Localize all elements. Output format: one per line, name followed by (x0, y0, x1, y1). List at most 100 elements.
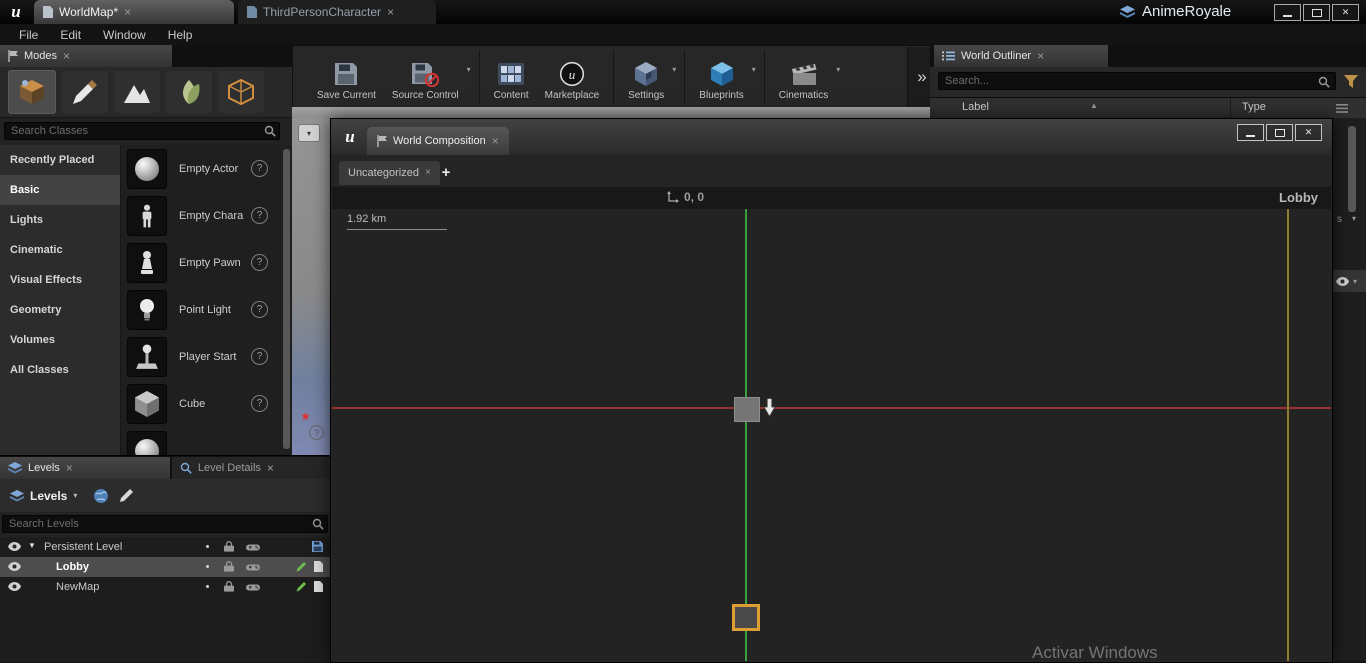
menu-window[interactable]: Window (92, 28, 157, 42)
item-empty-character[interactable]: Empty Chara ? (121, 192, 292, 239)
menu-edit[interactable]: Edit (49, 28, 92, 42)
doc-tab-worldmap[interactable]: WorldMap* × (34, 0, 234, 24)
menu-file[interactable]: File (8, 28, 49, 42)
item-empty-actor[interactable]: Empty Actor ? (121, 145, 292, 192)
minimize-button[interactable] (1237, 124, 1264, 141)
tab-levels[interactable]: Levels × (0, 457, 170, 479)
column-label[interactable]: Label (962, 101, 989, 113)
chevron-down-icon[interactable]: ▾ (752, 65, 756, 74)
lock-icon[interactable] (224, 541, 234, 552)
close-icon[interactable]: × (425, 168, 431, 178)
menu-help[interactable]: Help (157, 28, 204, 42)
restore-button[interactable] (1266, 124, 1293, 141)
help-icon[interactable]: ? (251, 160, 268, 177)
levels-search-input[interactable] (2, 515, 328, 533)
outliner-scrollbar[interactable] (1348, 126, 1356, 212)
category-basic[interactable]: Basic (0, 175, 120, 205)
world-icon[interactable] (93, 488, 109, 504)
close-button[interactable]: ✕ (1295, 124, 1322, 141)
composition-canvas[interactable]: 0, 0 Lobby 1.92 km (332, 187, 1331, 661)
tab-world-outliner[interactable]: World Outliner × (934, 45, 1108, 67)
visibility-eye-icon[interactable] (8, 542, 21, 551)
add-layer-button[interactable]: + (437, 163, 455, 181)
place-mode-button[interactable] (8, 70, 56, 114)
close-icon[interactable]: × (387, 6, 394, 18)
viewport-sliver[interactable]: ▾ * ? (292, 118, 330, 455)
landscape-mode-button[interactable] (114, 71, 160, 113)
gamepad-icon[interactable] (246, 543, 260, 552)
maximize-button[interactable] (1303, 4, 1330, 21)
window-titlebar[interactable]: u World Composition × ✕ (331, 119, 1332, 155)
level-row-newmap[interactable]: NewMap (0, 577, 330, 597)
tab-world-composition[interactable]: World Composition × (367, 127, 509, 155)
level-tile-current[interactable] (734, 397, 760, 422)
help-icon[interactable]: ? (251, 254, 268, 271)
paint-mode-button[interactable] (62, 71, 108, 113)
search-classes-input[interactable] (4, 122, 280, 140)
close-button[interactable]: ✕ (1332, 4, 1359, 21)
content-button[interactable]: Content (486, 58, 537, 104)
brush-icon[interactable] (119, 488, 135, 503)
close-icon[interactable]: × (124, 6, 131, 18)
tab-modes[interactable]: Modes × (0, 45, 172, 67)
outliner-search-input[interactable] (938, 72, 1336, 90)
item-player-start[interactable]: Player Start ? (121, 333, 292, 380)
tab-level-details[interactable]: Level Details × (171, 457, 330, 479)
filter-icon[interactable] (1344, 75, 1358, 88)
doc-tab-thirdperson[interactable]: ThirdPersonCharacter × (238, 0, 436, 24)
visibility-eye-icon[interactable] (8, 562, 21, 571)
selected-level-tile[interactable] (732, 604, 760, 631)
close-icon[interactable]: × (1037, 50, 1044, 62)
help-icon[interactable]: ? (251, 301, 268, 318)
gamepad-icon[interactable] (246, 563, 260, 572)
lock-icon[interactable] (224, 581, 234, 592)
save-icon[interactable] (312, 541, 323, 552)
gamepad-icon[interactable] (246, 583, 260, 592)
geometry-mode-button[interactable] (218, 71, 264, 113)
columns-icon[interactable] (1336, 104, 1348, 113)
chevron-down-icon[interactable]: ▾ (836, 65, 840, 74)
viewport-strip[interactable] (292, 107, 931, 118)
item-cube[interactable]: Cube ? (121, 380, 292, 427)
close-icon[interactable]: × (267, 462, 274, 474)
lock-icon[interactable] (224, 561, 234, 572)
visibility-eye-icon[interactable] (8, 582, 21, 591)
save-current-button[interactable]: Save Current (309, 58, 384, 104)
tab-uncategorized[interactable]: Uncategorized × (339, 161, 440, 185)
page-icon[interactable] (314, 561, 323, 572)
viewport-corner-button[interactable]: ▾ (298, 124, 320, 142)
help-icon[interactable]: ? (251, 207, 268, 224)
settings-button[interactable]: Settings (620, 58, 672, 104)
column-divider[interactable] (1230, 98, 1231, 119)
page-icon[interactable] (314, 581, 323, 592)
level-row-lobby[interactable]: Lobby (0, 557, 330, 577)
chevron-down-icon[interactable]: ▾ (467, 65, 471, 74)
category-volumes[interactable]: Volumes (0, 325, 120, 355)
levels-dropdown-button[interactable]: Levels ▾ (4, 486, 83, 506)
category-lights[interactable]: Lights (0, 205, 120, 235)
level-row-persistent[interactable]: ▼ Persistent Level (0, 537, 330, 557)
close-icon[interactable]: × (492, 135, 499, 147)
edit-pencil-icon[interactable] (296, 581, 307, 592)
minimize-button[interactable] (1274, 4, 1301, 21)
item-partial[interactable] (121, 427, 292, 455)
category-geometry[interactable]: Geometry (0, 295, 120, 325)
help-icon[interactable]: ? (309, 425, 324, 440)
sort-asc-icon[interactable]: ▲ (1090, 101, 1098, 110)
item-point-light[interactable]: Point Light ? (121, 286, 292, 333)
help-icon[interactable]: ? (251, 348, 268, 365)
edit-pencil-icon[interactable] (296, 561, 307, 572)
chevron-down-icon[interactable]: ▾ (672, 65, 676, 74)
cinematics-button[interactable]: Cinematics (771, 58, 836, 104)
foliage-mode-button[interactable] (166, 71, 212, 113)
close-icon[interactable]: × (66, 462, 73, 474)
help-icon[interactable]: ? (251, 395, 268, 412)
category-visual-effects[interactable]: Visual Effects (0, 265, 120, 295)
expand-arrow-icon[interactable]: ▼ (28, 541, 36, 550)
chevron-down-icon[interactable]: ▾ (1352, 214, 1356, 223)
category-cinematic[interactable]: Cinematic (0, 235, 120, 265)
details-visibility-row[interactable]: ▾ (1332, 270, 1366, 292)
category-recently-placed[interactable]: Recently Placed (0, 145, 120, 175)
marketplace-button[interactable]: u Marketplace (537, 58, 607, 104)
close-icon[interactable]: × (63, 50, 70, 62)
